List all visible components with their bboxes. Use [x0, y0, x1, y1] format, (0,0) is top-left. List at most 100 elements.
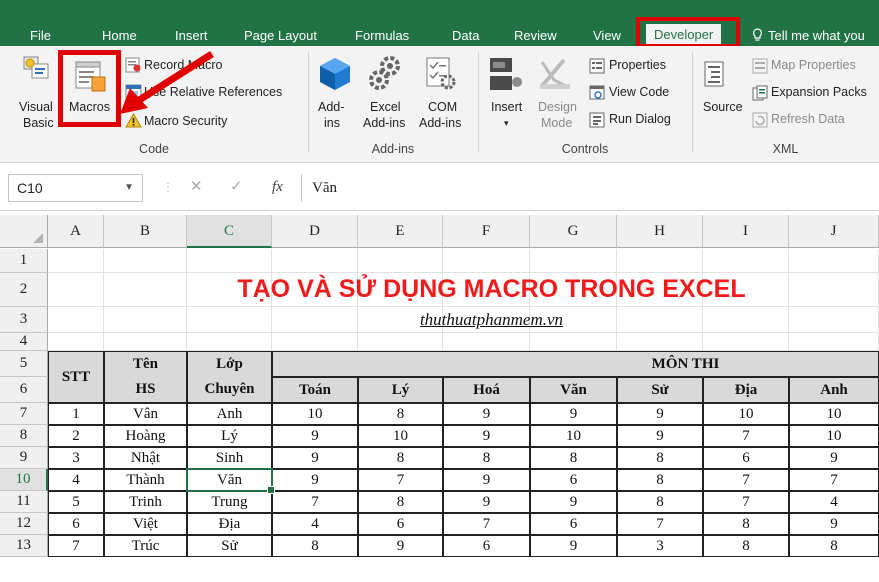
header-lop[interactable]: Lớp [187, 351, 272, 377]
cell-score[interactable]: 8 [617, 469, 703, 491]
cell-score[interactable]: 10 [358, 425, 443, 447]
grid-cell[interactable] [530, 249, 617, 273]
com-add-ins-label-1[interactable]: COM [428, 100, 457, 115]
column-header-a[interactable]: A [48, 215, 104, 248]
insert-controls-label[interactable]: Insert [491, 100, 522, 115]
cell-score[interactable]: 10 [272, 403, 358, 425]
header-subject[interactable]: Toán [272, 377, 358, 403]
cell-score[interactable]: 9 [530, 491, 617, 513]
visual-basic-label-2[interactable]: Basic [23, 116, 54, 131]
properties-label[interactable]: Properties [609, 58, 666, 73]
visual-basic-label-1[interactable]: Visual [19, 100, 53, 115]
row-header-12[interactable]: 12 [0, 513, 48, 535]
cell-score[interactable]: 3 [617, 535, 703, 557]
insert-controls-icon[interactable] [488, 56, 524, 92]
grid-cell[interactable] [104, 249, 187, 273]
cell-score[interactable]: 7 [272, 491, 358, 513]
grid-cell[interactable] [703, 249, 789, 273]
grid-cell[interactable] [443, 249, 530, 273]
cell-stt[interactable]: 4 [48, 469, 104, 491]
cell-stt[interactable]: 7 [48, 535, 104, 557]
header-hs[interactable]: HS [104, 377, 187, 403]
cell-score[interactable]: 9 [617, 403, 703, 425]
column-header-h[interactable]: H [617, 215, 703, 248]
tab-page-layout[interactable]: Page Layout [244, 25, 317, 46]
enter-icon[interactable]: ✓ [230, 178, 243, 196]
header-subject[interactable]: Địa [703, 377, 789, 403]
tab-formulas[interactable]: Formulas [355, 25, 409, 46]
cell-score[interactable]: 6 [703, 447, 789, 469]
macros-icon[interactable] [74, 60, 108, 94]
grid-cell[interactable] [703, 333, 789, 351]
column-header-i[interactable]: I [703, 215, 789, 248]
grid-cell[interactable] [272, 249, 358, 273]
cell-score[interactable]: 9 [617, 425, 703, 447]
grid-cell[interactable] [48, 307, 104, 333]
sheet-title[interactable]: TẠO VÀ SỬ DỤNG MACRO TRONG EXCEL [104, 273, 879, 307]
row-header-5[interactable]: 5 [0, 351, 48, 377]
cell-score[interactable]: 9 [443, 469, 530, 491]
cell-score[interactable]: 9 [272, 447, 358, 469]
column-header-g[interactable]: G [530, 215, 617, 248]
tab-home[interactable]: Home [102, 25, 137, 46]
cell-score[interactable]: 9 [443, 491, 530, 513]
excel-add-ins-label-2[interactable]: Add-ins [363, 116, 405, 131]
cell-class[interactable]: Văn [187, 469, 272, 491]
column-header-j[interactable]: J [789, 215, 879, 248]
row-header-9[interactable]: 9 [0, 447, 48, 469]
row-header-7[interactable]: 7 [0, 403, 48, 425]
worksheet-grid[interactable]: A B C D E F G H I J 1 2 3 4 5 6 7 8 9 10 11 12 13 TẠO VÀ SỬ DỤN… [0, 212, 879, 582]
cell-score[interactable]: 8 [358, 491, 443, 513]
add-ins-label-1[interactable]: Add- [318, 100, 344, 115]
cell-class[interactable]: Trung [187, 491, 272, 513]
cell-score[interactable]: 9 [530, 535, 617, 557]
cell-score[interactable]: 9 [358, 535, 443, 557]
cell-stt[interactable]: 5 [48, 491, 104, 513]
com-add-ins-label-2[interactable]: Add-ins [419, 116, 461, 131]
cell-score[interactable]: 9 [272, 469, 358, 491]
grid-cell[interactable] [789, 333, 879, 351]
cell-score[interactable]: 8 [358, 403, 443, 425]
header-subject[interactable]: Sử [617, 377, 703, 403]
column-header-d[interactable]: D [272, 215, 358, 248]
excel-add-ins-label-1[interactable]: Excel [370, 100, 401, 115]
cell-score[interactable]: 10 [703, 403, 789, 425]
cancel-icon[interactable]: ✕ [190, 178, 203, 196]
cell-score[interactable]: 7 [789, 469, 879, 491]
cell-stt[interactable]: 6 [48, 513, 104, 535]
cell-class[interactable]: Địa [187, 513, 272, 535]
header-ten[interactable]: Tên [104, 351, 187, 377]
grid-cell[interactable] [358, 249, 443, 273]
view-code-label[interactable]: View Code [609, 85, 669, 100]
cell-score[interactable]: 8 [443, 447, 530, 469]
header-subject[interactable]: Lý [358, 377, 443, 403]
cell-stt[interactable]: 3 [48, 447, 104, 469]
design-mode-icon[interactable] [538, 56, 572, 92]
column-header-f[interactable]: F [443, 215, 530, 248]
select-all-corner[interactable] [0, 215, 48, 248]
row-header-1[interactable]: 1 [0, 249, 48, 273]
design-mode-label-1[interactable]: Design [538, 100, 577, 115]
cell-score[interactable]: 9 [789, 513, 879, 535]
tab-data[interactable]: Data [452, 25, 479, 46]
row-header-8[interactable]: 8 [0, 425, 48, 447]
cell-score[interactable]: 6 [530, 469, 617, 491]
cell-score[interactable]: 4 [789, 491, 879, 513]
header-chuyen[interactable]: Chuyên [187, 377, 272, 403]
cell-score[interactable]: 7 [703, 491, 789, 513]
run-dialog-label[interactable]: Run Dialog [609, 112, 671, 127]
header-subject[interactable]: Hoá [443, 377, 530, 403]
cell-name[interactable]: Nhật [104, 447, 187, 469]
cell-name[interactable]: Thành [104, 469, 187, 491]
cell-score[interactable]: 9 [789, 447, 879, 469]
cell-score[interactable]: 8 [789, 535, 879, 557]
expansion-packs-label[interactable]: Expansion Packs [771, 85, 867, 100]
tab-review[interactable]: Review [514, 25, 557, 46]
column-header-e[interactable]: E [358, 215, 443, 248]
cell-score[interactable]: 6 [443, 535, 530, 557]
cell-name[interactable]: Trúc [104, 535, 187, 557]
cell-score[interactable]: 9 [443, 425, 530, 447]
cell-score[interactable]: 8 [358, 447, 443, 469]
cell-score[interactable]: 8 [272, 535, 358, 557]
cell-score[interactable]: 10 [789, 403, 879, 425]
